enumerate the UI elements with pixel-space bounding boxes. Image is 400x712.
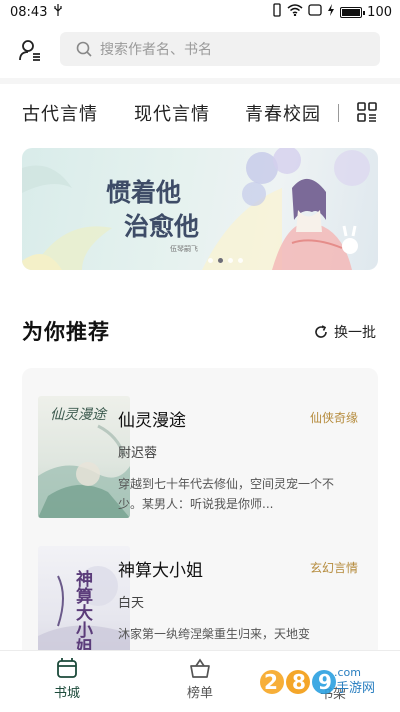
banner-dot[interactable] — [208, 258, 213, 263]
svg-text:.com: .com — [334, 666, 361, 679]
book-author: 尉迟蓉 — [118, 446, 158, 461]
tab-modern-romance[interactable]: 现代言情 — [134, 100, 210, 126]
book-genre-tag: 玄幻言情 — [310, 561, 359, 575]
search-input[interactable]: 搜索作者名、书名 — [60, 32, 380, 66]
book-item[interactable]: 神算大小姐 神算大小姐 玄幻言情 白天 沐家第一纨绔涅槃重生归来，天地变 — [38, 546, 378, 650]
nav-ranking[interactable]: 榜单 — [170, 657, 230, 701]
book-genre-tag: 仙侠奇缘 — [310, 411, 359, 425]
top-bar: 搜索作者名、书名 — [0, 28, 400, 72]
tab-campus-youth[interactable]: 青春校园 — [245, 100, 321, 126]
wifi-icon — [287, 4, 303, 20]
nav-bookstore-label: 书城 — [53, 686, 80, 701]
divider — [0, 78, 400, 84]
category-tabs: 古代言情 现代言情 青春校园 — [0, 96, 400, 132]
book-item[interactable]: 仙灵漫途 仙灵漫途 仙侠奇缘 尉迟蓉 穿越到七十年代去修仙，空间灵宠一个不少。某… — [38, 396, 378, 520]
bookstore-icon — [57, 658, 77, 678]
banner-pagination — [208, 258, 243, 263]
book-cover[interactable]: 神算大小姐 — [38, 546, 130, 650]
banner-dot[interactable] — [228, 258, 233, 263]
svg-text:8: 8 — [292, 670, 306, 694]
svg-text:9: 9 — [318, 670, 332, 694]
nav-bookstore[interactable]: 书城 — [37, 657, 97, 701]
banner-illustration — [242, 148, 370, 270]
svg-text:手游网: 手游网 — [336, 681, 375, 696]
battery-level: 100 — [367, 4, 392, 20]
recommend-section-title: 为你推荐 — [22, 320, 110, 344]
promo-banner[interactable]: 惯着他 治愈他 伍琴嗣飞 — [22, 148, 378, 270]
category-grid-icon[interactable] — [357, 102, 377, 122]
book-title[interactable]: 神算大小姐 — [118, 556, 203, 581]
tab-ancient-romance[interactable]: 古代言情 — [22, 100, 98, 126]
book-cover[interactable]: 仙灵漫途 — [38, 396, 130, 518]
banner-author: 伍琴嗣飞 — [170, 245, 198, 253]
book-cover-title: 仙灵漫途 — [50, 407, 106, 423]
banner-title: 惯着他 治愈他 — [106, 176, 199, 244]
book-description: 穿越到七十年代去修仙，空间灵宠一个不少。某男人：听说我是你师... — [118, 477, 335, 511]
nav-ranking-label: 榜单 — [186, 686, 213, 701]
status-time: 08:43 — [10, 4, 48, 20]
charging-icon — [327, 4, 335, 20]
book-cover-title: 神算大小姐 — [72, 570, 92, 650]
search-placeholder: 搜索作者名、书名 — [100, 42, 212, 58]
usb-icon — [53, 4, 63, 20]
refresh-button[interactable]: 换一批 — [314, 322, 376, 342]
status-bar: 08:43 100 — [0, 0, 400, 24]
search-icon — [76, 41, 92, 57]
user-profile-icon[interactable] — [18, 38, 44, 64]
screen-rotate-icon — [308, 4, 322, 20]
banner-dot[interactable] — [238, 258, 243, 263]
battery-icon — [340, 6, 366, 18]
book-author: 白天 — [118, 596, 145, 611]
ranking-icon — [190, 658, 210, 678]
watermark-logo: 2 8 9 .com 手游网 — [260, 666, 375, 696]
banner-title-line1: 惯着他 — [106, 178, 182, 207]
tab-separator — [338, 104, 339, 122]
svg-text:2: 2 — [264, 670, 278, 694]
vibrate-icon — [272, 3, 282, 21]
banner-dot-active[interactable] — [218, 258, 223, 263]
book-description: 沐家第一纨绔涅槃重生归来，天地变 — [118, 627, 311, 641]
refresh-label: 换一批 — [334, 325, 376, 341]
refresh-icon — [315, 325, 327, 338]
banner-title-line2: 治愈他 — [124, 212, 200, 241]
book-title[interactable]: 仙灵漫途 — [118, 406, 186, 431]
